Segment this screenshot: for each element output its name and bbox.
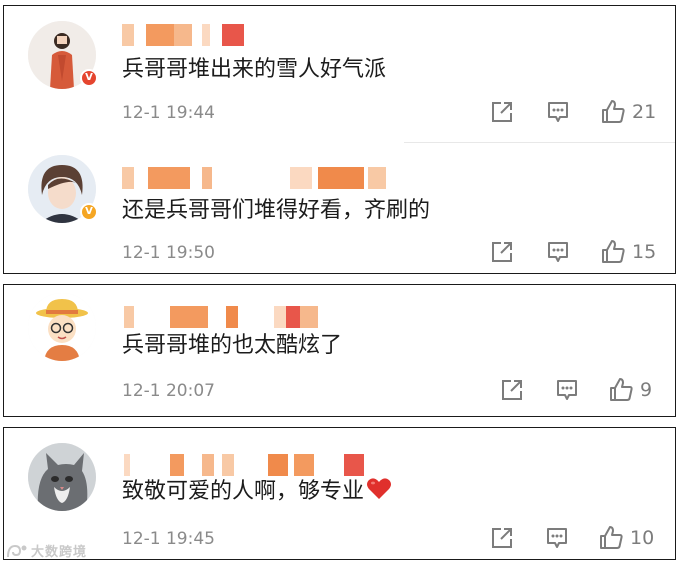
watermark-text: 大数跨境 (31, 545, 88, 560)
like-icon (600, 526, 623, 549)
cartoon-boy-hat-avatar-icon (28, 293, 96, 361)
comment-time: 12-1 19:50 (122, 243, 215, 263)
comment-time: 12-1 19:45 (122, 529, 215, 549)
share-icon (492, 102, 512, 122)
comment-text: 兵哥哥堆出来的雪人好气派 (122, 57, 387, 82)
reply-button[interactable] (546, 100, 570, 124)
reply-button[interactable] (555, 378, 579, 402)
comment-icon (548, 102, 568, 122)
comment-time: 12-1 19:44 (122, 103, 215, 123)
username-mosaic (122, 306, 332, 328)
share-icon (492, 242, 512, 262)
heart-emoji-icon (367, 478, 392, 499)
comment-card-2: 兵哥哥堆的也太酷炫了 12-1 20:07 9 (3, 284, 676, 417)
watermark: 大数跨境 (6, 541, 87, 560)
comment-text-content: 致敬可爱的人啊，够专业 (122, 479, 365, 504)
watermark-logo-icon (7, 544, 27, 557)
commenter-avatar[interactable] (28, 293, 96, 361)
reply-button[interactable] (545, 526, 569, 550)
like-icon (602, 100, 625, 123)
verified-badge-icon: V (80, 69, 98, 87)
reply-button[interactable] (546, 240, 570, 264)
username-mosaic (122, 454, 372, 476)
share-icon (492, 528, 512, 548)
comment-item: V 还是兵哥哥们堆得好看，齐刷的 12-1 19:50 15 (4, 143, 675, 273)
commenter-avatar[interactable] (28, 443, 96, 511)
comment-text: 兵哥哥堆的也太酷炫了 (122, 333, 343, 358)
username-mosaic (122, 167, 392, 189)
share-button[interactable] (500, 378, 524, 402)
like-icon (610, 378, 633, 401)
like-button[interactable]: 15 (600, 239, 656, 265)
comment-card-1: V 兵哥哥堆出来的雪人好气派 12-1 19:44 21 V 还是兵哥哥们堆得好… (3, 5, 676, 274)
comment-item: 兵哥哥堆的也太酷炫了 12-1 20:07 9 (4, 285, 675, 416)
comment-card-3: 致敬可爱的人啊，够专业 12-1 19:45 10 (3, 427, 676, 560)
like-icon (602, 240, 625, 263)
comment-time: 12-1 20:07 (122, 381, 215, 401)
comment-icon (547, 528, 567, 548)
like-count: 15 (632, 241, 657, 263)
like-button[interactable]: 21 (600, 99, 656, 125)
share-button[interactable] (490, 100, 514, 124)
share-icon (502, 380, 522, 400)
like-count: 9 (640, 379, 653, 401)
cat-avatar-icon (28, 443, 96, 511)
username-mosaic (122, 24, 252, 46)
verified-badge-icon: V (80, 203, 98, 221)
like-button[interactable]: 9 (608, 377, 652, 403)
comment-icon (548, 242, 568, 262)
share-button[interactable] (490, 240, 514, 264)
like-count: 10 (630, 527, 655, 549)
comment-icon (557, 380, 577, 400)
share-button[interactable] (490, 526, 514, 550)
comment-item: 致敬可爱的人啊，够专业 12-1 19:45 10 (4, 428, 675, 559)
comment-text: 还是兵哥哥们堆得好看，齐刷的 (122, 198, 431, 223)
like-count: 21 (632, 101, 657, 123)
comment-text: 致敬可爱的人啊，够专业 (122, 477, 392, 507)
comment-item: V 兵哥哥堆出来的雪人好气派 12-1 19:44 21 (4, 6, 675, 143)
like-button[interactable]: 10 (598, 525, 654, 551)
